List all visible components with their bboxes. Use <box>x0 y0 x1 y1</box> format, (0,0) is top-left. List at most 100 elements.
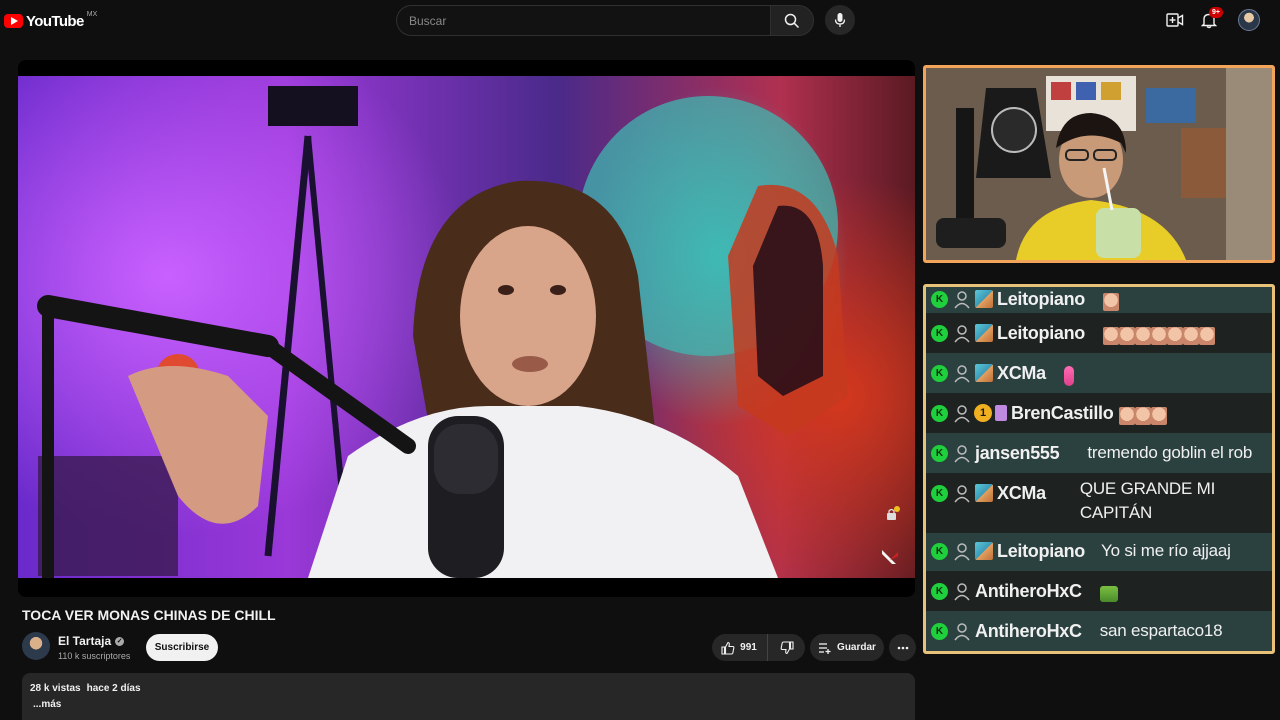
chat-emotes <box>1119 403 1168 427</box>
lock-notification-icon[interactable] <box>884 506 900 522</box>
notification-count-badge: 9+ <box>1209 7 1223 18</box>
subscriber-count: 110 k suscriptores <box>58 651 131 661</box>
emote-icon <box>1183 326 1199 345</box>
dislike-icon <box>780 640 794 654</box>
chat-username[interactable]: AntiheroHxC <box>975 581 1082 602</box>
search-box[interactable] <box>396 5 770 36</box>
chat-message: K AntiheroHxC <box>926 571 1272 611</box>
emote-icon <box>1103 326 1119 345</box>
user-icon <box>954 543 970 561</box>
chat-emotes <box>1063 363 1074 387</box>
chat-overlay: K Leitopiano K Leitopiano K XCMa K 1 Bre… <box>923 284 1275 654</box>
search-input[interactable] <box>407 12 760 29</box>
chat-message: K Leitopiano <box>926 313 1272 353</box>
moderator-badge-icon: K <box>931 291 948 308</box>
user-icon <box>954 325 970 343</box>
verified-icon: ✓ <box>115 636 125 646</box>
video-title: TOCA VER MONAS CHINAS DE CHILL <box>22 607 276 623</box>
moderator-badge-icon: K <box>931 405 948 422</box>
save-label: Guardar <box>837 642 876 653</box>
youtube-logo[interactable]: YouTube MX <box>4 11 97 31</box>
webcam-scene <box>926 68 1272 260</box>
chat-message: K XCMa QUE GRANDE MI CAPITÁN <box>926 473 1272 533</box>
subscribe-button[interactable]: Suscribirse <box>146 634 218 661</box>
emote-icon <box>1199 326 1215 345</box>
user-icon <box>954 583 970 601</box>
channel-avatar[interactable] <box>22 632 50 660</box>
video-stats: 28 k vistas hace 2 días <box>30 683 907 694</box>
chat-emotes <box>1103 289 1119 313</box>
chat-message: K Leitopiano <box>926 287 1272 313</box>
emote-icon <box>1135 406 1152 425</box>
search-bar <box>396 5 814 36</box>
chat-username[interactable]: Leitopiano <box>997 323 1085 344</box>
chat-message-text: san espartaco18 <box>1099 621 1223 640</box>
chat-message-text: QUE GRANDE MI CAPITÁN <box>1079 479 1216 522</box>
chat-username[interactable]: XCMa <box>997 483 1046 504</box>
subscriber-badge-icon <box>975 542 993 560</box>
create-icon <box>1166 13 1184 27</box>
show-more-link[interactable]: ...más <box>33 699 907 710</box>
subscriber-badge-icon <box>975 484 993 502</box>
description-box[interactable]: 28 k vistas hace 2 días ...más <box>22 673 915 720</box>
chat-username[interactable]: BrenCastillo <box>1011 403 1114 424</box>
voice-search-button[interactable] <box>825 5 855 35</box>
like-dislike-group: 991 <box>712 634 805 661</box>
user-icon <box>954 291 970 309</box>
channel-name-link[interactable]: El Tartaja ✓ <box>58 634 125 648</box>
chat-username[interactable]: Leitopiano <box>997 541 1085 562</box>
chat-message: K XCMa <box>926 353 1272 393</box>
moderator-badge-icon: K <box>931 623 948 640</box>
user-icon <box>954 623 970 641</box>
mic-icon <box>834 13 846 27</box>
account-avatar[interactable] <box>1238 9 1260 31</box>
emote-icon <box>1151 406 1168 425</box>
save-button[interactable]: Guardar <box>810 634 884 661</box>
moderator-badge-icon: K <box>931 583 948 600</box>
like-count: 991 <box>740 642 757 653</box>
more-actions-button[interactable] <box>889 634 916 661</box>
channel-watermark-icon[interactable] <box>880 546 900 566</box>
chat-username[interactable]: XCMa <box>997 363 1046 384</box>
chat-message-text: tremendo goblin el rob <box>1087 443 1253 462</box>
youtube-play-icon <box>4 14 23 28</box>
chat-message-text: Yo si me río ajjaaj <box>1101 541 1231 560</box>
video-frame[interactable] <box>18 76 915 578</box>
emote-icon <box>1167 326 1183 345</box>
logo-region: MX <box>86 10 98 18</box>
save-icon <box>819 642 831 654</box>
gift-sub-icon <box>995 405 1007 421</box>
channel-name: El Tartaja <box>58 634 112 648</box>
emote-icon <box>1151 326 1167 345</box>
webcam-overlay <box>923 65 1275 263</box>
view-count: 28 k vistas <box>30 683 81 694</box>
dislike-button[interactable] <box>768 634 806 661</box>
moderator-badge-icon: K <box>931 485 948 502</box>
user-icon <box>954 485 970 503</box>
chat-username[interactable]: Leitopiano <box>997 289 1085 310</box>
notifications-button[interactable]: 9+ <box>1197 7 1223 32</box>
moderator-badge-icon: K <box>931 445 948 462</box>
emote-icon <box>1119 406 1136 425</box>
chat-username[interactable]: AntiheroHxC <box>975 621 1082 642</box>
chat-emotes <box>1099 581 1118 605</box>
chat-username[interactable]: jansen555 <box>975 443 1060 464</box>
search-icon <box>784 13 800 28</box>
video-player[interactable] <box>18 60 915 597</box>
top-bar: YouTube MX 9 <box>0 0 1280 40</box>
upload-date: hace 2 días <box>86 683 141 694</box>
logo-text: YouTube <box>26 12 84 30</box>
like-button[interactable]: 991 <box>711 634 768 661</box>
chat-emotes <box>1103 323 1215 347</box>
subscriber-badge-icon <box>975 364 993 382</box>
moderator-badge-icon: K <box>931 543 948 560</box>
moderator-badge-icon: K <box>931 365 948 382</box>
search-button[interactable] <box>770 5 814 36</box>
user-icon <box>954 405 970 423</box>
chat-message: K 1 BrenCastillo <box>926 393 1272 433</box>
chat-message: K AntiheroHxC san espartaco18 <box>926 611 1272 651</box>
create-button[interactable] <box>1163 8 1187 32</box>
emote-icon <box>1103 292 1119 311</box>
chat-message: K jansen555 tremendo goblin el rob <box>926 433 1272 473</box>
subscriber-badge-icon <box>975 324 993 342</box>
